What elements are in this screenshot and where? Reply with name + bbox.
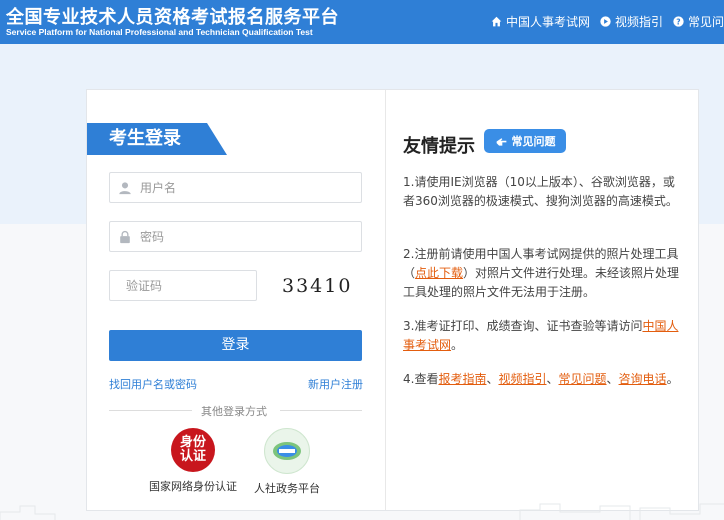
register-link[interactable]: 新用户注册 <box>308 376 363 392</box>
card-divider <box>385 90 386 510</box>
tip-text: 1.请使用IE浏览器（10以上版本）、谷歌浏览器，或者360浏览器的极速模式、搜… <box>403 175 678 208</box>
nav-label: 视频指引 <box>614 15 663 29</box>
login-card: 考生登录 33410 登录 找回用户名或密码 新用户注册 其他登录方式 身份认证… <box>86 89 699 511</box>
svg-text:?: ? <box>676 17 680 26</box>
separator: 、 <box>546 372 559 386</box>
hrss-platform-login[interactable]: 人社政务平台 <box>254 428 320 496</box>
other-divider-left <box>109 410 192 411</box>
hrss-emblem-icon <box>273 442 301 460</box>
nav-label: 中国人事考试网 <box>505 15 590 29</box>
alt-login-label: 国家网络身份认证 <box>149 480 237 493</box>
tip-item-4: 4.查看报考指南、视频指引、常见问题、咨询电话。 <box>403 370 685 389</box>
tip-item-1: 1.请使用IE浏览器（10以上版本）、谷歌浏览器，或者360浏览器的极速模式、搜… <box>403 173 685 211</box>
play-icon <box>600 16 611 27</box>
tips-title: 友情提示 <box>403 136 475 157</box>
period: 。 <box>666 372 679 386</box>
faq-label: 常见问题 <box>511 135 556 148</box>
tip-item-3: 3.准考证打印、成绩查询、证书查验等请访问中国人事考试网。 <box>403 317 685 355</box>
nav-item-faq[interactable]: ? 常见问 <box>673 13 724 30</box>
alt-login-label: 人社政务平台 <box>254 482 320 495</box>
tip-item-2: 2.注册前请使用中国人事考试网提供的照片处理工具（点此下载）对照片文件进行处理。… <box>403 245 685 302</box>
download-link[interactable]: 点此下载 <box>415 266 463 280</box>
other-login-label: 其他登录方式 <box>201 405 267 418</box>
separator: 、 <box>606 372 619 386</box>
separator: 、 <box>486 372 499 386</box>
question-icon: ? <box>673 16 684 27</box>
login-button[interactable]: 登录 <box>109 330 362 361</box>
top-header: 全国专业技术人员资格考试报名服务平台 Service Platform for … <box>0 0 724 44</box>
captcha-image[interactable]: 33410 <box>282 270 364 302</box>
tip-text: 。 <box>451 338 464 352</box>
guide-link[interactable]: 报考指南 <box>438 372 486 386</box>
id-auth-badge-text: 身份认证 <box>179 435 206 464</box>
password-input[interactable] <box>138 228 342 245</box>
nav-item-cpta[interactable]: 中国人事考试网 <box>491 13 590 30</box>
site-subtitle: Service Platform for National Profession… <box>6 27 313 37</box>
home-icon <box>491 16 502 27</box>
username-input[interactable] <box>138 179 342 196</box>
hrss-logo-icon <box>264 428 310 474</box>
tip-text: 3.准考证打印、成绩查询、证书查验等请访问 <box>403 319 643 333</box>
forgot-password-link[interactable]: 找回用户名或密码 <box>109 376 197 392</box>
faq-button[interactable]: 常见问题 <box>484 129 566 153</box>
captcha-input[interactable] <box>124 277 278 294</box>
password-field[interactable] <box>109 221 362 252</box>
hand-pointer-icon <box>496 137 506 146</box>
user-icon <box>119 181 131 194</box>
captcha-text: 33410 <box>282 275 353 297</box>
site-title: 全国专业技术人员资格考试报名服务平台 <box>6 7 339 28</box>
other-divider-right <box>280 410 362 411</box>
hotline-link[interactable]: 咨询电话 <box>619 372 667 386</box>
nav-item-video[interactable]: 视频指引 <box>600 13 663 30</box>
captcha-field[interactable] <box>109 270 278 301</box>
id-auth-logo-icon: 身份认证 <box>171 428 215 472</box>
national-id-login[interactable]: 身份认证 国家网络身份认证 <box>149 428 237 494</box>
nav-label: 常见问 <box>687 15 724 29</box>
tip-text: 4.查看 <box>403 372 439 386</box>
video-guide-link[interactable]: 视频指引 <box>498 372 546 386</box>
username-field[interactable] <box>109 172 362 203</box>
skyline-decoration <box>0 503 724 520</box>
login-tab: 考生登录 <box>87 123 227 155</box>
faq-link[interactable]: 常见问题 <box>559 372 607 386</box>
top-nav: 中国人事考试网 视频指引 ? 常见问 <box>491 13 724 30</box>
lock-icon <box>120 230 130 243</box>
